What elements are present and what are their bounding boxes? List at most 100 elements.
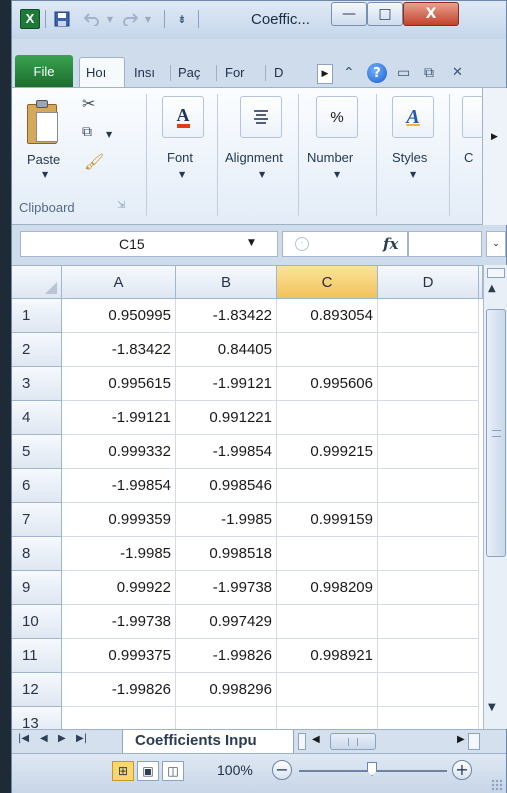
workbook-restore-icon[interactable]: ⧉ bbox=[424, 65, 434, 81]
zoom-out-button[interactable]: − bbox=[272, 760, 292, 780]
page-break-view-button[interactable]: ◫ bbox=[162, 761, 184, 781]
cell-c6[interactable] bbox=[277, 469, 378, 503]
tab-data[interactable]: D bbox=[268, 57, 316, 87]
prev-sheet-icon[interactable]: ◀ bbox=[40, 733, 48, 744]
page-layout-view-button[interactable]: ▣ bbox=[137, 761, 159, 781]
column-header-b[interactable]: B bbox=[176, 266, 277, 299]
paste-dropdown-icon[interactable]: ▼ bbox=[42, 170, 48, 179]
zoom-slider-thumb[interactable] bbox=[367, 762, 377, 776]
cell-c8[interactable] bbox=[277, 537, 378, 571]
vertical-scroll-thumb[interactable] bbox=[486, 309, 506, 557]
sheet-tab-coefficients-input[interactable]: Coefficients Inpu bbox=[122, 730, 294, 754]
cell-a4[interactable]: -1.99121 bbox=[62, 401, 176, 435]
cell-a12[interactable]: -1.99826 bbox=[62, 673, 176, 707]
cell-d2[interactable] bbox=[378, 333, 479, 367]
copy-icon[interactable]: ⧉ bbox=[82, 124, 92, 140]
cell-d1[interactable] bbox=[378, 299, 479, 333]
cell-a7[interactable]: 0.999359 bbox=[62, 503, 176, 537]
cell-d9[interactable] bbox=[378, 571, 479, 605]
next-sheet-icon[interactable]: ▶ bbox=[58, 733, 66, 744]
row-header[interactable]: 1 bbox=[12, 299, 62, 333]
cell-a3[interactable]: 0.995615 bbox=[62, 367, 176, 401]
expand-formula-bar-button[interactable]: ⌄ bbox=[486, 231, 506, 257]
cell-c10[interactable] bbox=[277, 605, 378, 639]
cell-b7[interactable]: -1.9985 bbox=[176, 503, 277, 537]
redo-dropdown-icon[interactable]: ▼ bbox=[138, 9, 158, 29]
clipboard-launcher-icon[interactable]: ⇲ bbox=[117, 200, 125, 211]
horizontal-scroll-thumb[interactable] bbox=[330, 733, 376, 750]
scroll-right-icon[interactable]: ▶ bbox=[457, 734, 465, 745]
font-icon[interactable]: A bbox=[162, 96, 204, 138]
name-box-dropdown-icon[interactable]: ▼ bbox=[248, 238, 255, 248]
cell-b9[interactable]: -1.99738 bbox=[176, 571, 277, 605]
cell-c7[interactable]: 0.999159 bbox=[277, 503, 378, 537]
undo-icon[interactable] bbox=[82, 9, 102, 29]
row-header[interactable]: 2 bbox=[12, 333, 62, 367]
scroll-left-icon[interactable]: ◀ bbox=[312, 734, 320, 745]
tab-file[interactable]: File bbox=[15, 55, 73, 87]
cell-a1[interactable]: 0.950995 bbox=[62, 299, 176, 333]
cell-d8[interactable] bbox=[378, 537, 479, 571]
normal-view-button[interactable]: ⊞ bbox=[112, 761, 134, 781]
cell-c2[interactable] bbox=[277, 333, 378, 367]
column-header-a[interactable]: A bbox=[62, 266, 176, 299]
ribbon-scroll-button[interactable]: ▶ bbox=[482, 88, 507, 225]
cell-b4[interactable]: 0.991221 bbox=[176, 401, 277, 435]
minimize-ribbon-icon[interactable]: ⌃ bbox=[343, 65, 355, 81]
maximize-button[interactable]: □ bbox=[367, 2, 403, 26]
tab-insert[interactable]: Insı bbox=[128, 57, 170, 87]
insert-function-button[interactable]: fx bbox=[383, 235, 398, 253]
zoom-in-button[interactable]: + bbox=[452, 760, 472, 780]
cell-a5[interactable]: 0.999332 bbox=[62, 435, 176, 469]
cells-icon[interactable] bbox=[462, 96, 484, 138]
first-sheet-icon[interactable]: |◀ bbox=[18, 733, 29, 744]
tab-home[interactable]: Hoı bbox=[79, 57, 125, 87]
cell-b8[interactable]: 0.998518 bbox=[176, 537, 277, 571]
row-header[interactable]: 8 bbox=[12, 537, 62, 571]
font-group-button[interactable]: Font bbox=[167, 150, 193, 165]
scroll-down-icon[interactable]: ▼ bbox=[488, 702, 496, 713]
cell-d7[interactable] bbox=[378, 503, 479, 537]
cell-c4[interactable] bbox=[277, 401, 378, 435]
cell-a10[interactable]: -1.99738 bbox=[62, 605, 176, 639]
zoom-level[interactable]: 100% bbox=[217, 762, 253, 778]
cell-d12[interactable] bbox=[378, 673, 479, 707]
row-header[interactable]: 5 bbox=[12, 435, 62, 469]
cell-c9[interactable]: 0.998209 bbox=[277, 571, 378, 605]
cut-icon[interactable]: ✂ bbox=[82, 94, 95, 113]
column-header-d[interactable]: D bbox=[378, 266, 479, 299]
paste-icon[interactable] bbox=[27, 98, 61, 146]
tab-page-layout[interactable]: Paç bbox=[172, 57, 214, 87]
row-header[interactable]: 7 bbox=[12, 503, 62, 537]
cell-c3[interactable]: 0.995606 bbox=[277, 367, 378, 401]
cell-a2[interactable]: -1.83422 bbox=[62, 333, 176, 367]
row-header[interactable]: 10 bbox=[12, 605, 62, 639]
name-box[interactable]: C15 ▼ bbox=[20, 231, 278, 257]
select-all-button[interactable] bbox=[12, 266, 62, 299]
cells-group-button[interactable]: C bbox=[464, 150, 473, 165]
copy-dropdown-icon[interactable]: ▼ bbox=[106, 130, 112, 139]
cell-b10[interactable]: 0.997429 bbox=[176, 605, 277, 639]
tab-scroll-right-icon[interactable]: ▶ bbox=[317, 64, 333, 84]
cell-d10[interactable] bbox=[378, 605, 479, 639]
cell-c5[interactable]: 0.999215 bbox=[277, 435, 378, 469]
cell-b1[interactable]: -1.83422 bbox=[176, 299, 277, 333]
column-header-c[interactable]: C bbox=[277, 266, 378, 299]
cell-d6[interactable] bbox=[378, 469, 479, 503]
row-header[interactable]: 9 bbox=[12, 571, 62, 605]
cell-b5[interactable]: -1.99854 bbox=[176, 435, 277, 469]
cell-d5[interactable] bbox=[378, 435, 479, 469]
cell-b6[interactable]: 0.998546 bbox=[176, 469, 277, 503]
tab-split-box[interactable] bbox=[298, 733, 306, 750]
workbook-minimize-icon[interactable]: ▭ bbox=[397, 65, 410, 81]
paste-button[interactable]: Paste bbox=[27, 152, 60, 167]
alignment-group-button[interactable]: Alignment bbox=[225, 150, 283, 165]
cell-b3[interactable]: -1.99121 bbox=[176, 367, 277, 401]
number-group-button[interactable]: Number bbox=[307, 150, 353, 165]
save-icon[interactable] bbox=[52, 9, 72, 29]
minimize-button[interactable]: — bbox=[331, 2, 367, 26]
formula-input[interactable] bbox=[408, 231, 482, 257]
vertical-scrollbar[interactable]: ▲ ▼ bbox=[483, 265, 507, 729]
resize-grip-icon[interactable] bbox=[491, 779, 503, 791]
cell-c12[interactable] bbox=[277, 673, 378, 707]
